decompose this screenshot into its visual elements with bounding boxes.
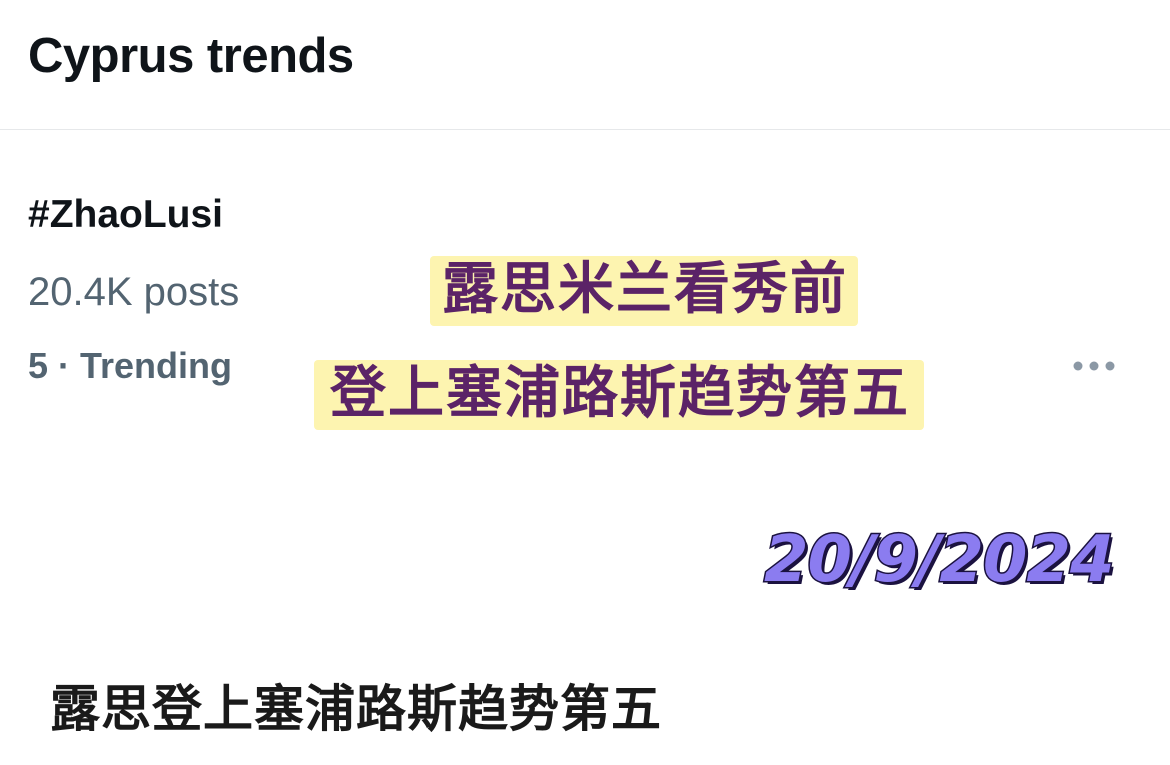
- trend-hashtag[interactable]: #ZhaoLusi: [28, 195, 223, 234]
- more-options-button[interactable]: [1066, 351, 1122, 381]
- bottom-caption: 露思登上塞浦路斯趋势第五: [50, 680, 662, 738]
- date-stamp: 20/9/2024: [762, 523, 1115, 597]
- overlay-caption-line-1: 露思米兰看秀前: [430, 256, 858, 326]
- more-horizontal-icon: [1073, 361, 1115, 371]
- trends-header: Cyprus trends: [0, 0, 1170, 130]
- overlay-caption-line-2: 登上塞浦路斯趋势第五: [314, 360, 924, 430]
- trend-rank: 5 · Trending: [28, 345, 233, 386]
- trend-post-count: 20.4K posts: [28, 270, 240, 314]
- page-title: Cyprus trends: [28, 29, 354, 83]
